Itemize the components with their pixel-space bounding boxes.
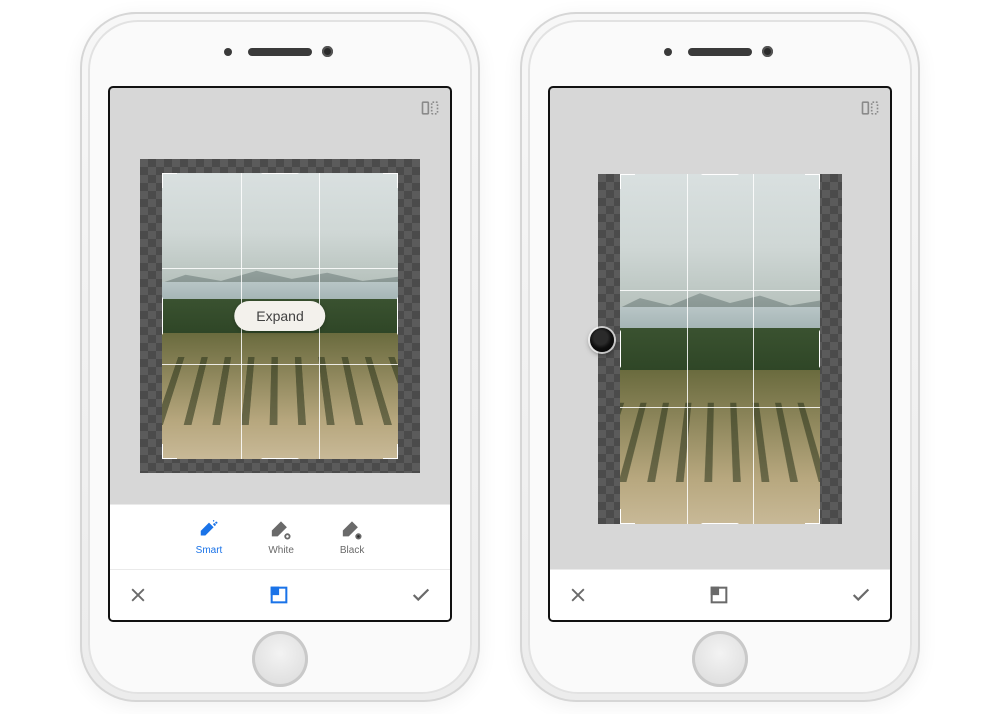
bottom-bar xyxy=(550,569,890,620)
flip-horizontal-icon[interactable] xyxy=(420,98,440,118)
photo-vineyard-rows xyxy=(162,357,398,424)
phone-left: Expand Smart White xyxy=(80,12,480,702)
home-button[interactable] xyxy=(692,631,748,687)
fill-option-smart[interactable]: Smart xyxy=(196,519,223,556)
crop-handle-bottom[interactable] xyxy=(701,523,739,524)
crop-handle-left[interactable] xyxy=(162,297,163,335)
screen xyxy=(550,88,890,620)
crop-handle-top[interactable] xyxy=(701,174,739,175)
canvas-area[interactable] xyxy=(550,128,890,569)
proximity-sensor xyxy=(664,48,672,56)
photo-crop-frame[interactable]: Expand xyxy=(162,173,398,459)
front-camera xyxy=(762,46,773,57)
flip-horizontal-icon[interactable] xyxy=(860,98,880,118)
expand-backdrop-checker xyxy=(598,174,842,524)
phone-right xyxy=(520,12,920,702)
earpiece-speaker xyxy=(248,48,312,56)
fill-option-black[interactable]: Black xyxy=(340,519,364,556)
crop-corner-bottom-right[interactable] xyxy=(805,509,820,524)
top-toolbar xyxy=(550,88,890,128)
crop-corner-bottom-left[interactable] xyxy=(162,444,177,459)
expand-button[interactable]: Expand xyxy=(234,301,325,331)
earpiece-speaker xyxy=(688,48,752,56)
crop-corner-bottom-left[interactable] xyxy=(620,509,635,524)
expand-backdrop-checker: Expand xyxy=(140,159,420,473)
crop-handle-left[interactable] xyxy=(620,330,621,368)
drag-magnifier-icon[interactable] xyxy=(590,328,614,352)
crop-corner-top-left[interactable] xyxy=(162,173,177,188)
photo-vineyard-rows xyxy=(620,402,820,481)
fill-option-label: White xyxy=(268,545,294,556)
confirm-button[interactable] xyxy=(410,584,432,606)
crop-handle-right[interactable] xyxy=(819,330,820,368)
bottom-bar xyxy=(110,569,450,620)
top-toolbar xyxy=(110,88,450,128)
expand-button-label: Expand xyxy=(256,308,303,324)
fill-option-white[interactable]: White xyxy=(268,519,294,556)
crop-corner-top-right[interactable] xyxy=(383,173,398,188)
crop-handle-bottom[interactable] xyxy=(261,458,299,459)
home-button[interactable] xyxy=(252,631,308,687)
cancel-button[interactable] xyxy=(128,585,148,605)
fill-mode-row: Smart White Black xyxy=(110,504,450,569)
expand-tool-icon[interactable] xyxy=(708,584,730,606)
crop-corner-top-left[interactable] xyxy=(620,174,635,189)
fill-option-label: Smart xyxy=(196,545,223,556)
photo-sky xyxy=(620,174,820,307)
crop-handle-right[interactable] xyxy=(397,297,398,335)
app-surface: Expand Smart White xyxy=(110,88,450,620)
app-surface xyxy=(550,88,890,620)
photo-crop-frame[interactable] xyxy=(620,174,820,524)
expand-tool-icon[interactable] xyxy=(268,584,290,606)
crop-handle-top[interactable] xyxy=(261,173,299,174)
front-camera xyxy=(322,46,333,57)
confirm-button[interactable] xyxy=(850,584,872,606)
crop-corner-top-right[interactable] xyxy=(805,174,820,189)
crop-corner-bottom-right[interactable] xyxy=(383,444,398,459)
proximity-sensor xyxy=(224,48,232,56)
photo-sky xyxy=(162,173,398,282)
fill-option-label: Black xyxy=(340,545,364,556)
cancel-button[interactable] xyxy=(568,585,588,605)
screen: Expand Smart White xyxy=(110,88,450,620)
canvas-area[interactable]: Expand xyxy=(110,128,450,504)
